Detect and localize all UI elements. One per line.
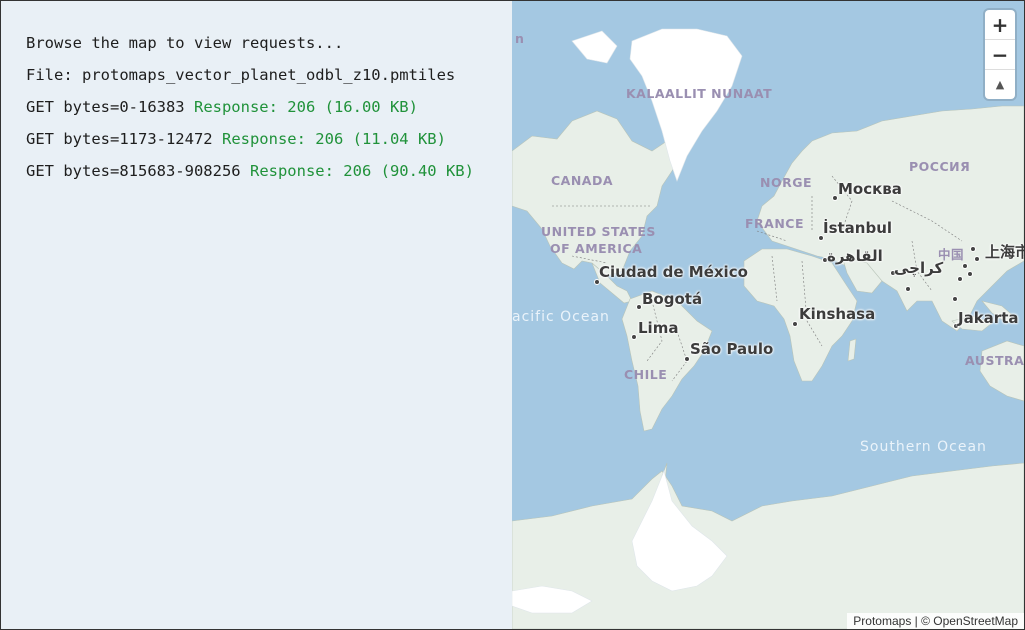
log-intro: Browse the map to view requests... bbox=[26, 34, 344, 52]
map-label-greenland: KALAALLIT NUNAAT bbox=[626, 86, 773, 101]
log-response: Response: 206 (11.04 KB) bbox=[221, 130, 446, 148]
map-attribution[interactable]: Protomaps | © OpenStreetMap bbox=[847, 613, 1024, 629]
compass-reset-button[interactable]: ▲ bbox=[985, 70, 1015, 99]
map-label-istanbul: İstanbul bbox=[823, 219, 893, 237]
map-label-chile: CHILE bbox=[624, 367, 668, 382]
map-view[interactable]: n KALAALLIT NUNAAT CANADA UNITED STATES … bbox=[512, 1, 1024, 629]
log-request: GET bytes=1173-12472 bbox=[26, 130, 213, 148]
log-response: Response: 206 (90.40 KB) bbox=[249, 162, 474, 180]
city-dot-kinshasa bbox=[792, 321, 798, 327]
map-label-russia: РОССИЯ bbox=[909, 159, 971, 174]
city-dot-shanghai bbox=[974, 256, 980, 262]
map-label-karachi: كراچی bbox=[894, 259, 944, 277]
land-madagascar bbox=[847, 338, 857, 362]
map-label-edge: n bbox=[515, 31, 525, 46]
city-dot bbox=[962, 263, 968, 269]
zoom-out-button[interactable]: − bbox=[985, 40, 1015, 70]
log-entry: GET bytes=1173-12472 Response: 206 (11.0… bbox=[26, 129, 446, 149]
map-label-norway: NORGE bbox=[760, 175, 813, 190]
land-antarctica bbox=[512, 462, 1024, 629]
app-frame: Browse the map to view requests... File:… bbox=[0, 0, 1025, 630]
city-dot bbox=[970, 246, 976, 252]
log-entry: GET bytes=815683-908256 Response: 206 (9… bbox=[26, 161, 474, 181]
map-label-usa-line1: UNITED STATES bbox=[541, 224, 656, 239]
log-entry: GET bytes=0-16383 Response: 206 (16.00 K… bbox=[26, 97, 418, 117]
map-label-lima: Lima bbox=[638, 319, 679, 337]
map-label-canada: CANADA bbox=[551, 173, 614, 188]
map-label-france: FRANCE bbox=[745, 216, 805, 231]
ice-arctic-islands bbox=[571, 30, 618, 64]
zoom-in-button[interactable]: + bbox=[985, 10, 1015, 40]
city-dot bbox=[952, 296, 958, 302]
map-label-pacific-ocean: acific Ocean bbox=[512, 309, 610, 325]
compass-icon: ▲ bbox=[995, 78, 1005, 91]
log-response: Response: 206 (16.00 KB) bbox=[193, 98, 418, 116]
map-zoom-controls: + − ▲ bbox=[985, 10, 1015, 99]
map-label-sao-paulo: São Paulo bbox=[690, 340, 774, 358]
city-dot bbox=[905, 286, 911, 292]
map-label-usa-line2: OF AMERICA bbox=[550, 241, 643, 256]
map-label-southern-ocean: Southern Ocean bbox=[860, 439, 987, 455]
map-label-kinshasa: Kinshasa bbox=[799, 305, 876, 323]
map-label-bogota: Bogotá bbox=[642, 290, 703, 308]
log-request: GET bytes=815683-908256 bbox=[26, 162, 241, 180]
city-dot-lima bbox=[631, 334, 637, 340]
map-label-shanghai: 上海市 bbox=[985, 243, 1024, 261]
land-south-america bbox=[621, 290, 713, 432]
log-file-line: File: protomaps_vector_planet_odbl_z10.p… bbox=[26, 66, 456, 84]
log-request: GET bytes=0-16383 bbox=[26, 98, 185, 116]
city-dot bbox=[967, 271, 973, 277]
map-label-mexico-city: Ciudad de México bbox=[599, 263, 748, 281]
map-label-australia: AUSTRAL bbox=[965, 353, 1024, 368]
city-dot bbox=[957, 276, 963, 282]
land-australia bbox=[979, 340, 1024, 402]
request-log-panel: Browse the map to view requests... File:… bbox=[1, 1, 512, 629]
map-label-moscow: Москва bbox=[838, 180, 902, 198]
map-label-jakarta: Jakarta bbox=[958, 309, 1019, 327]
map-label-cairo: القاهرة bbox=[827, 247, 883, 265]
